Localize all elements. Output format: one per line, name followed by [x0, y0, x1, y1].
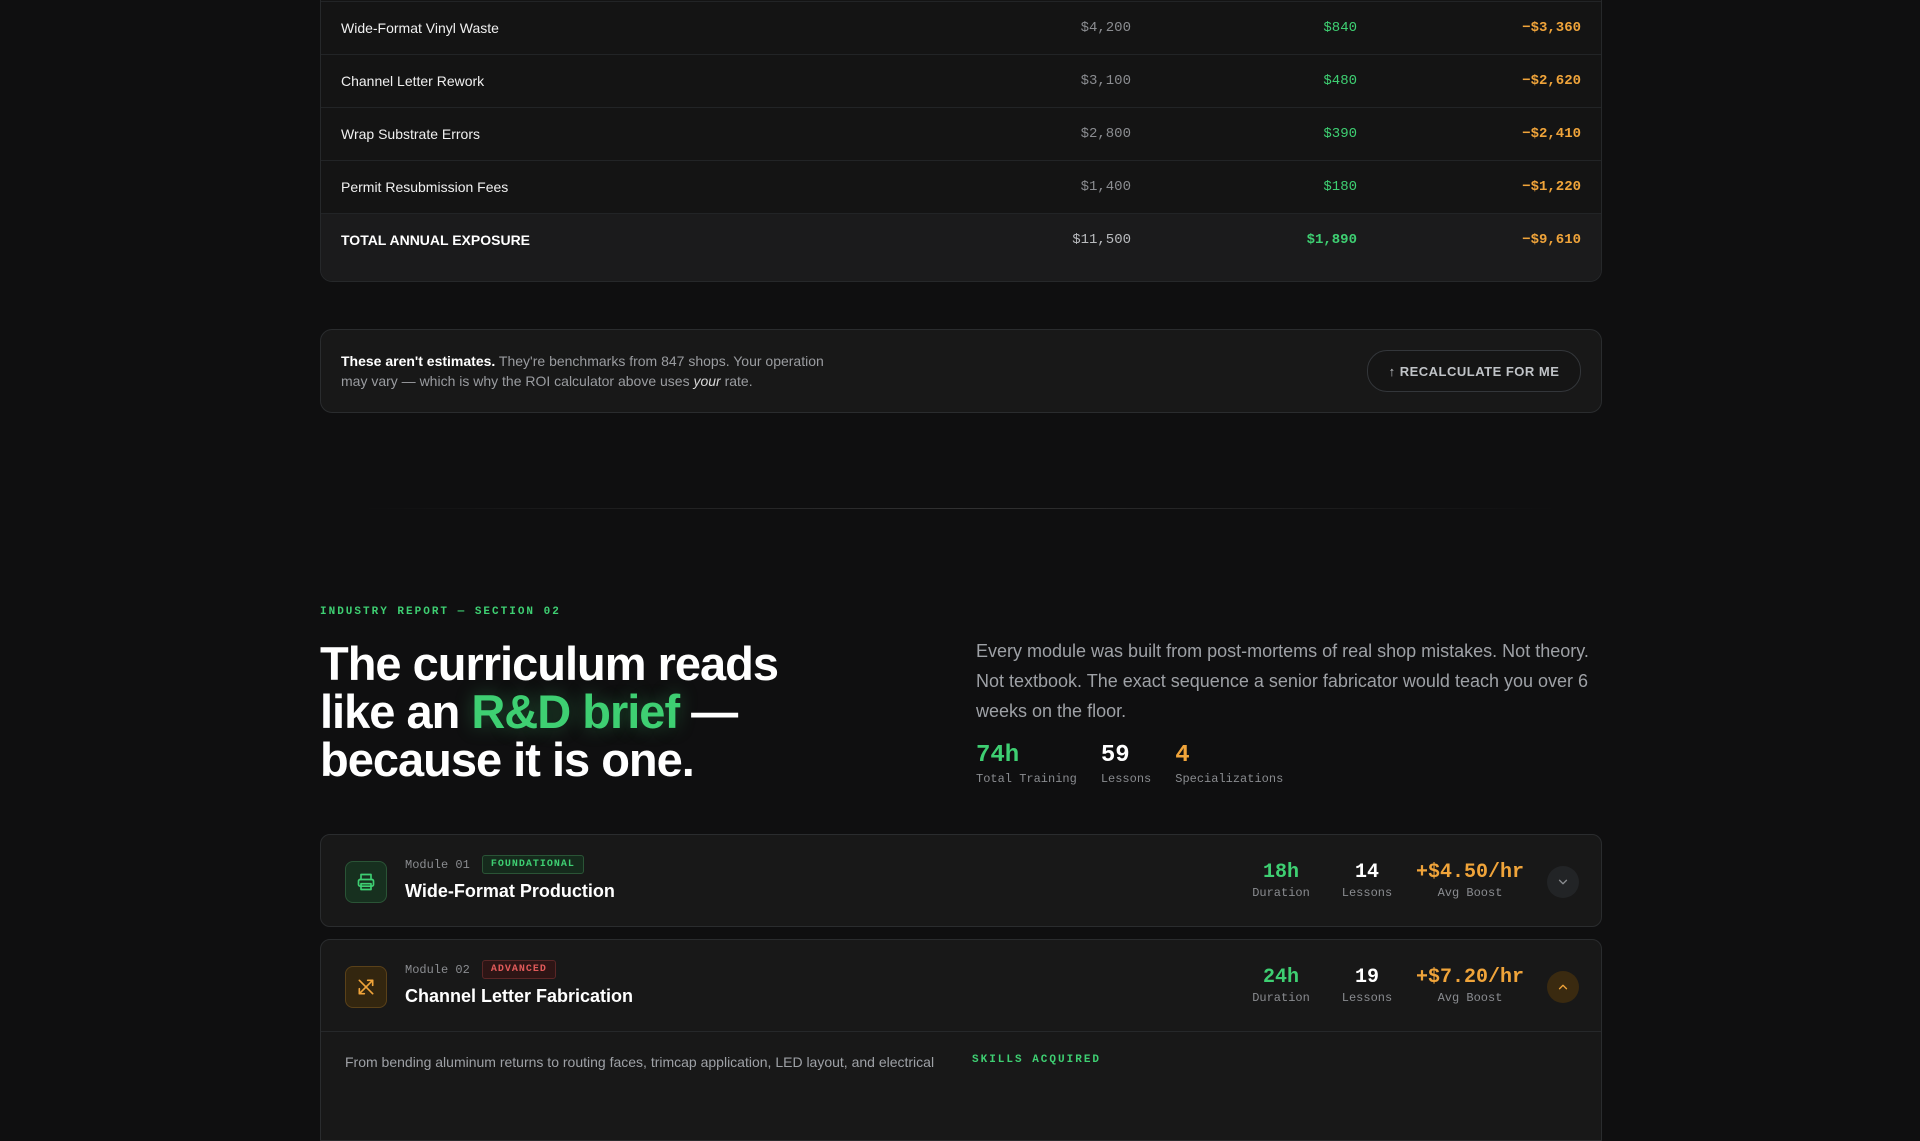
- benchmark-note: These aren't estimates. They're benchmar…: [320, 329, 1602, 413]
- chevron-down-icon: [1558, 879, 1568, 885]
- savings-table: Wide-Format Vinyl Waste $4,200 $840 −$3,…: [320, 0, 1602, 282]
- duration-value: 24h: [1262, 966, 1299, 989]
- lessons-label: Lessons: [1341, 991, 1393, 1005]
- duration-label: Duration: [1252, 886, 1310, 900]
- row-before: $4,200: [1080, 20, 1131, 36]
- recalculate-button[interactable]: ↑ RECALCULATE FOR ME: [1367, 350, 1581, 392]
- row-after: $840: [1323, 20, 1357, 36]
- level-badge: ADVANCED: [481, 960, 556, 979]
- headline-accent: R&D brief: [471, 685, 680, 738]
- module-meta: Module 01 FOUNDATIONAL: [405, 855, 584, 874]
- total-label: TOTAL ANNUAL EXPOSURE: [341, 232, 531, 248]
- stat-label: Lessons: [1100, 772, 1152, 786]
- table-row: Channel Letter Rework $3,100 $480 −$2,62…: [321, 54, 1601, 108]
- section-eyebrow: INDUSTRY REPORT — SECTION 02: [320, 606, 561, 618]
- module-duration: 24h Duration: [1243, 966, 1319, 1005]
- module-divider: [321, 1031, 1601, 1032]
- duration-label: Duration: [1252, 991, 1310, 1005]
- total-after: $1,890: [1306, 232, 1357, 248]
- total-before: $11,500: [1072, 232, 1131, 248]
- module-number: Module 02: [405, 962, 470, 977]
- row-delta: −$1,220: [1522, 179, 1581, 195]
- module-meta: Module 02 ADVANCED: [405, 960, 556, 979]
- collapse-toggle[interactable]: [1547, 971, 1579, 1003]
- note-emphasis: your: [693, 373, 721, 389]
- boost-label: Avg Boost: [1437, 991, 1503, 1005]
- row-before: $1,400: [1080, 179, 1131, 195]
- stat-value: 74h: [976, 742, 1020, 769]
- module-lessons: 14 Lessons: [1329, 861, 1405, 900]
- table-row: Permit Resubmission Fees $1,400 $180 −$1…: [321, 160, 1601, 214]
- stat-specializations: 4 Specializations: [1175, 742, 1283, 786]
- row-after: $390: [1323, 126, 1357, 142]
- stat-value: 59: [1100, 742, 1130, 769]
- module-number: Module 01: [405, 857, 470, 872]
- module-description: From bending aluminum returns to routing…: [345, 1054, 935, 1070]
- module-card-01[interactable]: Module 01 FOUNDATIONAL Wide-Format Produ…: [320, 834, 1602, 927]
- stat-lessons: 59 Lessons: [1101, 742, 1151, 786]
- note-text-2: rate.: [720, 373, 753, 389]
- note-text: These aren't estimates. They're benchmar…: [341, 351, 841, 391]
- table-row: Wide-Format Vinyl Waste $4,200 $840 −$3,…: [321, 1, 1601, 55]
- row-after: $180: [1323, 179, 1357, 195]
- row-delta: −$2,410: [1522, 126, 1581, 142]
- boost-value: +$4.50/hr: [1415, 861, 1525, 884]
- row-name: Channel Letter Rework: [341, 73, 485, 89]
- row-before: $3,100: [1080, 73, 1131, 89]
- module-boost: +$4.50/hr Avg Boost: [1415, 861, 1525, 900]
- printer-icon: [345, 861, 387, 903]
- row-delta: −$2,620: [1522, 73, 1581, 89]
- row-before: $2,800: [1080, 126, 1131, 142]
- lessons-label: Lessons: [1341, 886, 1393, 900]
- tools-icon: [345, 966, 387, 1008]
- module-lessons: 19 Lessons: [1329, 966, 1405, 1005]
- boost-value: +$7.20/hr: [1415, 966, 1525, 989]
- table-total-row: TOTAL ANNUAL EXPOSURE $11,500 $1,890 −$9…: [321, 213, 1601, 281]
- note-bold: These aren't estimates.: [341, 353, 496, 369]
- table-row: Wrap Substrate Errors $2,800 $390 −$2,41…: [321, 107, 1601, 161]
- lessons-value: 14: [1354, 861, 1379, 884]
- module-title: Channel Letter Fabrication: [405, 986, 634, 1006]
- section-intro: Every module was built from post-mortems…: [976, 641, 1589, 721]
- row-delta: −$3,360: [1522, 20, 1581, 36]
- curriculum-stats: 74h Total Training 59 Lessons 4 Speciali…: [976, 742, 1283, 786]
- stat-value: 4: [1175, 742, 1190, 769]
- stat-label: Specializations: [1175, 772, 1284, 786]
- row-name: Wrap Substrate Errors: [341, 126, 481, 142]
- section-headline: The curriculum reads like an R&D brief —…: [320, 640, 840, 784]
- skills-heading: SKILLS ACQUIRED: [972, 1054, 1102, 1066]
- module-duration: 18h Duration: [1243, 861, 1319, 900]
- total-delta: −$9,610: [1522, 232, 1581, 248]
- boost-label: Avg Boost: [1437, 886, 1503, 900]
- module-card-02[interactable]: Module 02 ADVANCED Channel Letter Fabric…: [320, 939, 1602, 1141]
- lessons-value: 19: [1354, 966, 1379, 989]
- module-boost: +$7.20/hr Avg Boost: [1415, 966, 1525, 1005]
- stat-total-training: 74h Total Training: [976, 742, 1077, 786]
- expand-toggle[interactable]: [1547, 866, 1579, 898]
- stat-label: Total Training: [976, 772, 1077, 786]
- level-badge: FOUNDATIONAL: [481, 855, 584, 874]
- duration-value: 18h: [1262, 861, 1299, 884]
- row-name: Permit Resubmission Fees: [341, 179, 509, 195]
- row-name: Wide-Format Vinyl Waste: [341, 20, 499, 36]
- section-divider: [360, 508, 1560, 509]
- module-title: Wide-Format Production: [405, 881, 615, 901]
- chevron-up-icon: [1558, 984, 1568, 990]
- row-after: $480: [1323, 73, 1357, 89]
